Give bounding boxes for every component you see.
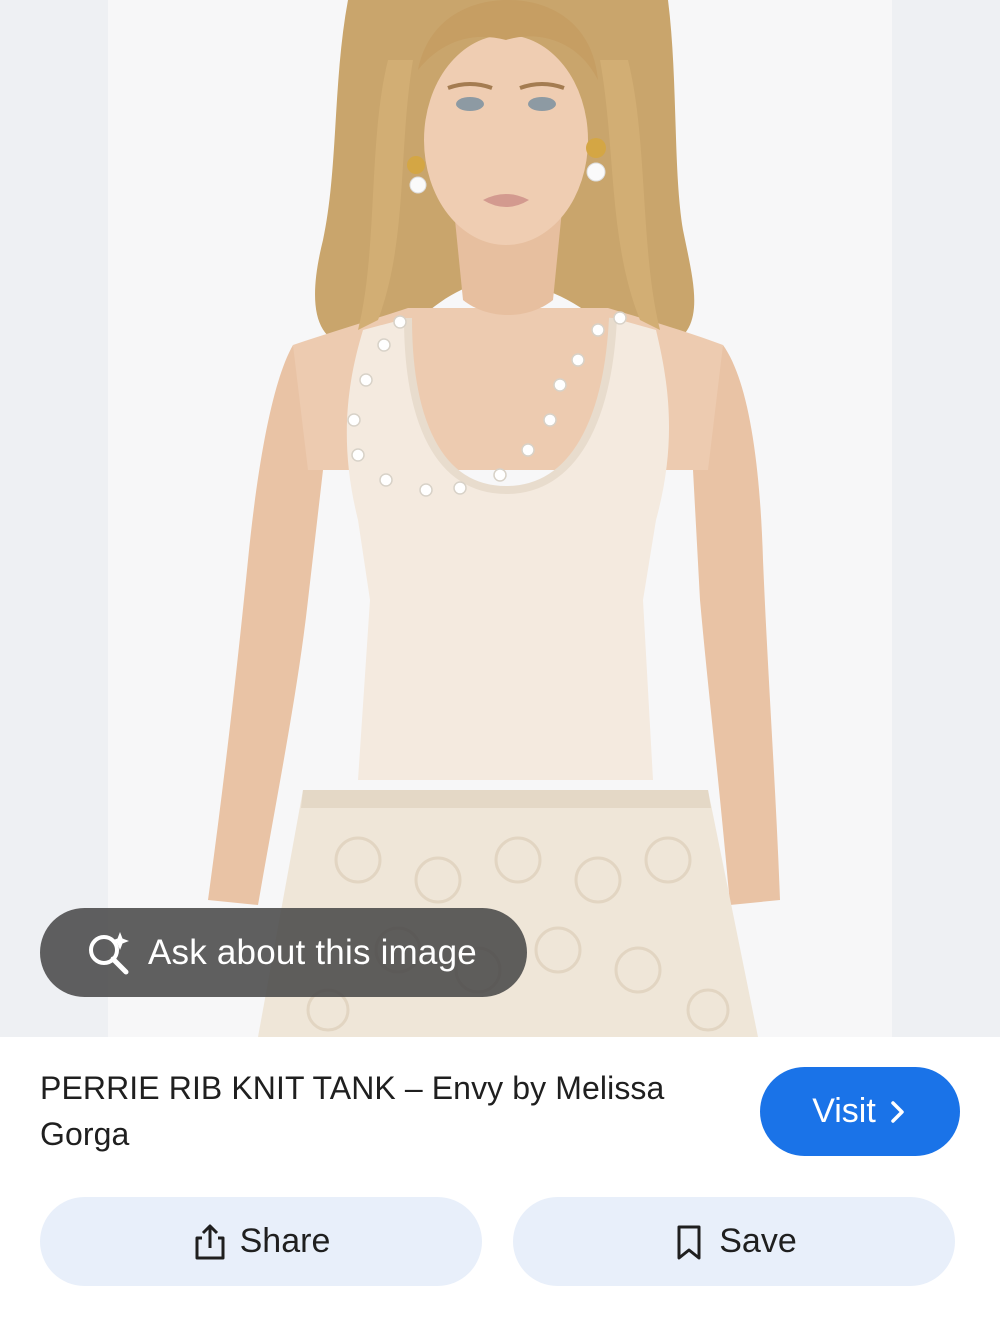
share-label: Share — [239, 1222, 331, 1260]
share-button[interactable]: Share — [40, 1197, 482, 1286]
visit-button[interactable]: Visit — [760, 1067, 960, 1156]
share-icon — [192, 1222, 228, 1262]
result-title[interactable]: PERRIE RIB KNIT TANK – Envy by Melissa G… — [40, 1065, 730, 1157]
save-button[interactable]: Save — [513, 1197, 955, 1286]
ask-about-image-label: Ask about this image — [148, 932, 477, 972]
model-illustration — [108, 0, 892, 1037]
bookmark-icon — [671, 1222, 707, 1262]
image-viewer: Ask about this image — [0, 0, 1000, 1037]
result-info-panel: PERRIE RIB KNIT TANK – Envy by Melissa G… — [0, 1037, 1000, 1333]
visit-label: Visit — [812, 1092, 876, 1130]
save-label: Save — [719, 1222, 797, 1260]
ask-about-image-button[interactable]: Ask about this image — [40, 908, 527, 997]
product-photo[interactable] — [108, 0, 892, 1037]
chevron-right-icon — [888, 1099, 908, 1125]
lens-sparkle-icon — [84, 928, 134, 978]
